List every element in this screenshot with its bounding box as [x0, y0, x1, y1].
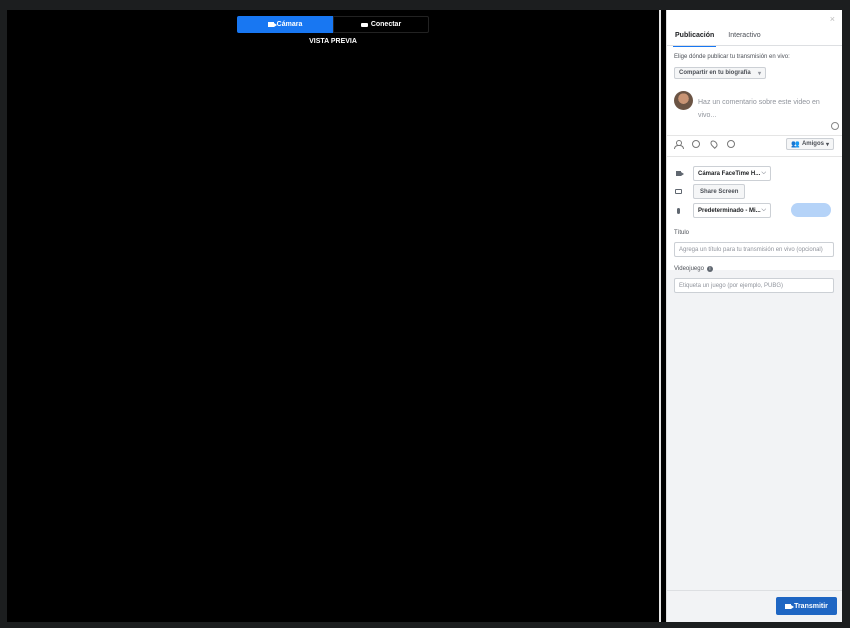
- live-settings-panel: × Publicación Interactivo Elige dónde pu…: [666, 10, 842, 622]
- emoji-picker-icon[interactable]: [831, 122, 839, 130]
- audience-selector[interactable]: 👥 Amigos ▾: [786, 138, 834, 150]
- screen-source-row: Share Screen: [674, 184, 746, 199]
- preview-label: VISTA PREVIA: [309, 38, 357, 45]
- share-destination-dropdown[interactable]: Compartir en tu biografía ▾: [674, 67, 766, 79]
- connect-tab[interactable]: Conectar: [333, 16, 429, 33]
- feeling-icon[interactable]: [692, 140, 700, 148]
- camera-source-select[interactable]: Cámara FaceTime H... ⌵: [693, 166, 771, 181]
- info-icon[interactable]: i: [706, 266, 713, 272]
- share-screen-button[interactable]: Share Screen: [693, 184, 746, 199]
- video-camera-icon: [674, 170, 684, 177]
- game-label: Videojuego i: [674, 266, 713, 272]
- post-options-row: [674, 139, 735, 149]
- close-icon[interactable]: ×: [830, 14, 835, 24]
- microphone-icon: [674, 207, 683, 214]
- chevron-down-icon: ⌵: [761, 170, 766, 176]
- location-pin-icon[interactable]: [709, 139, 719, 149]
- go-live-button[interactable]: Transmitir: [776, 597, 837, 615]
- audio-level-meter: [791, 203, 831, 217]
- friends-icon: 👥: [791, 141, 800, 148]
- monitor-icon: [674, 188, 683, 195]
- title-label: Título: [674, 230, 690, 236]
- game-input[interactable]: Etiqueta un juego (por ejemplo, PUBG): [674, 278, 834, 293]
- plug-icon: [360, 22, 368, 27]
- avatar: [674, 91, 693, 110]
- chevron-down-icon: ⌵: [761, 207, 766, 213]
- choose-destination-label: Elige dónde publicar tu transmisión en v…: [674, 54, 790, 60]
- video-preview-area: [7, 10, 659, 622]
- mic-source-select[interactable]: Predeterminado - Mi... ⌵: [693, 203, 771, 218]
- mic-source-row: Predeterminado - Mi... ⌵: [674, 203, 771, 218]
- caret-down-icon: ▾: [825, 141, 829, 148]
- camera-tab[interactable]: Cámara: [237, 16, 333, 33]
- activity-icon[interactable]: [727, 140, 735, 148]
- caret-down-icon: ▾: [757, 70, 761, 77]
- tag-people-icon[interactable]: [674, 140, 684, 149]
- camera-source-row: Cámara FaceTime H... ⌵: [674, 166, 771, 181]
- video-camera-icon: [267, 22, 277, 27]
- comment-input[interactable]: Haz un comentario sobre este video en vi…: [698, 96, 834, 122]
- title-input[interactable]: Agrega un título para tu transmisión en …: [674, 242, 834, 257]
- video-camera-icon: [785, 603, 795, 609]
